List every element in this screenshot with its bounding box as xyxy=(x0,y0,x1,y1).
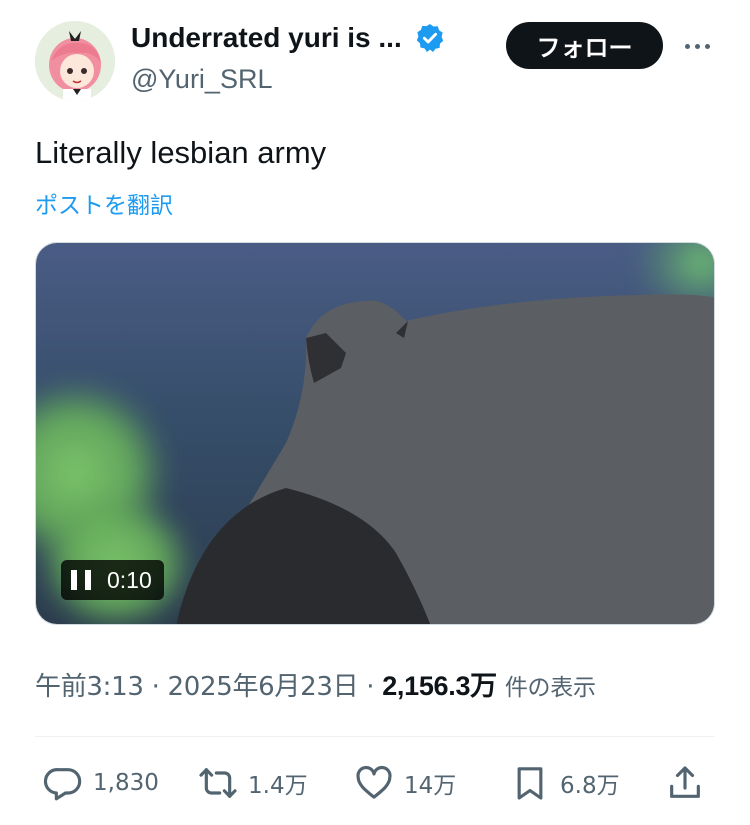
tweet-text: Literally lesbian army xyxy=(35,135,327,170)
avatar[interactable] xyxy=(35,21,115,101)
verified-badge-icon[interactable] xyxy=(414,22,446,54)
author-handle[interactable]: @Yuri_SRL xyxy=(131,64,272,95)
reply-button[interactable]: 1,830 xyxy=(43,760,159,806)
repost-count: 1.4万 xyxy=(248,773,308,799)
share-icon xyxy=(670,766,700,798)
author-name-row[interactable]: Underrated yuri is ... xyxy=(131,22,446,54)
share-button[interactable] xyxy=(665,760,705,806)
action-bar: 1,830 1.4万 14万 6.8万 xyxy=(35,760,715,806)
bookmark-count: 6.8万 xyxy=(560,773,620,799)
post-date[interactable]: 2025年6月23日 xyxy=(168,672,359,702)
author-display-name[interactable]: Underrated yuri is ... xyxy=(131,22,402,54)
meta-separator: · xyxy=(151,672,160,702)
more-options-icon[interactable] xyxy=(677,32,717,60)
reply-icon xyxy=(43,768,82,801)
video-player[interactable]: 0:10 xyxy=(35,242,715,625)
translate-post-link[interactable]: ポストを翻訳 xyxy=(35,186,173,220)
repost-button[interactable]: 1.4万 xyxy=(198,760,308,806)
video-controls[interactable]: 0:10 xyxy=(61,560,164,600)
avatar-image xyxy=(35,21,115,101)
bookmark-icon xyxy=(517,767,543,800)
view-count[interactable]: 2,156.3万 xyxy=(382,671,497,701)
view-count-label: 件の表示 xyxy=(504,675,596,701)
like-button[interactable]: 14万 xyxy=(354,760,456,806)
follow-button[interactable]: フォロー xyxy=(506,22,663,69)
like-count: 14万 xyxy=(404,773,457,799)
reply-count: 1,830 xyxy=(93,770,159,796)
divider xyxy=(35,736,715,737)
bookmark-button[interactable]: 6.8万 xyxy=(510,760,620,806)
repost-icon xyxy=(199,768,237,798)
video-time: 0:10 xyxy=(107,566,152,593)
meta-separator-2: · xyxy=(366,672,375,702)
heart-icon xyxy=(356,765,392,799)
pause-icon[interactable] xyxy=(71,570,91,590)
post-meta: 午前3:13 · 2025年6月23日 · 2,156.3万 件の表示 xyxy=(35,664,596,703)
post-time[interactable]: 午前3:13 xyxy=(35,672,144,702)
